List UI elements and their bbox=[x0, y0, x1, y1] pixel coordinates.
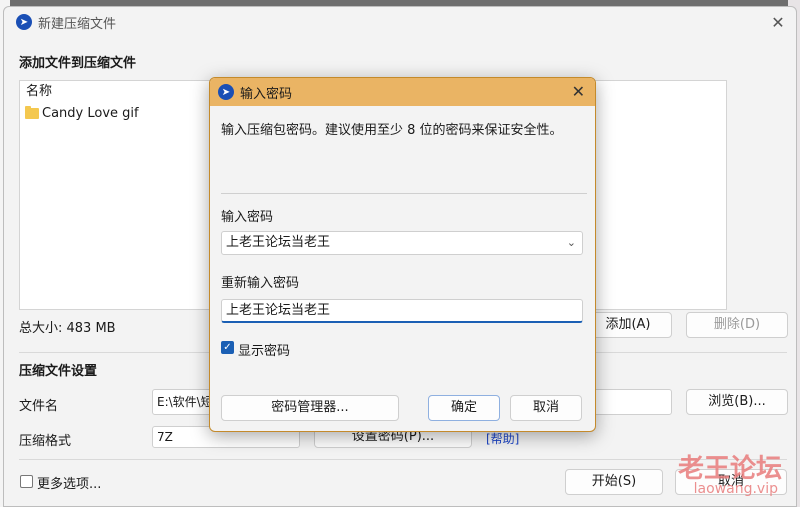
delete-button[interactable]: 删除(D) bbox=[686, 312, 788, 338]
dialog-description: 输入压缩包密码。建议使用至少 8 位的密码来保证安全性。 bbox=[221, 123, 563, 138]
dialog-close-button[interactable]: ✕ bbox=[572, 82, 585, 101]
ok-button[interactable]: 确定 bbox=[428, 395, 500, 421]
watermark-logo: 老王论坛 bbox=[677, 454, 782, 484]
show-password-label: 显示密码 bbox=[238, 344, 291, 359]
add-files-title: 添加文件到压缩文件 bbox=[19, 56, 137, 71]
window-title: 新建压缩文件 bbox=[38, 16, 117, 32]
filename-label: 文件名 bbox=[19, 399, 59, 414]
password-value: 上老王论坛当老王 bbox=[226, 235, 331, 250]
more-options-checkbox[interactable] bbox=[20, 475, 33, 488]
watermark-url: laowang.vip bbox=[693, 481, 778, 497]
browse-button[interactable]: 浏览(B)... bbox=[686, 389, 788, 415]
help-link[interactable]: [帮助] bbox=[486, 430, 519, 447]
start-button[interactable]: 开始(S) bbox=[565, 469, 663, 495]
repeat-password-label: 重新输入密码 bbox=[221, 276, 300, 291]
window-close-button[interactable]: ✕ bbox=[768, 13, 788, 33]
bottom-divider bbox=[19, 459, 787, 460]
add-button[interactable]: 添加(A) bbox=[584, 312, 672, 338]
file-name: Candy Love gif bbox=[42, 105, 139, 121]
app-logo-icon: ➤ bbox=[16, 14, 32, 30]
dialog-title: 输入密码 bbox=[240, 86, 293, 102]
password-label: 输入密码 bbox=[221, 210, 274, 225]
folder-icon bbox=[25, 105, 39, 119]
total-size: 总大小: 483 MB bbox=[19, 321, 116, 336]
dialog-divider bbox=[221, 193, 587, 194]
password-manager-button[interactable]: 密码管理器... bbox=[221, 395, 399, 421]
chevron-down-icon[interactable]: ⌄ bbox=[567, 232, 576, 254]
dialog-cancel-button[interactable]: 取消 bbox=[510, 395, 582, 421]
password-input[interactable]: 上老王论坛当老王 ⌄ bbox=[221, 231, 583, 255]
dialog-logo-icon: ➤ bbox=[218, 84, 234, 100]
settings-title: 压缩文件设置 bbox=[19, 364, 98, 379]
show-password-checkbox[interactable]: ✓ bbox=[221, 341, 234, 354]
format-label: 压缩格式 bbox=[19, 434, 72, 449]
window-titlebar: ➤ 新建压缩文件 bbox=[4, 7, 796, 37]
repeat-password-input[interactable]: 上老王论坛当老王 bbox=[221, 299, 583, 323]
dialog-titlebar: ➤ 输入密码 bbox=[210, 78, 595, 106]
more-options-label: 更多选项... bbox=[37, 477, 102, 492]
password-dialog: ➤ 输入密码 ✕ 输入压缩包密码。建议使用至少 8 位的密码来保证安全性。 输入… bbox=[209, 77, 596, 432]
